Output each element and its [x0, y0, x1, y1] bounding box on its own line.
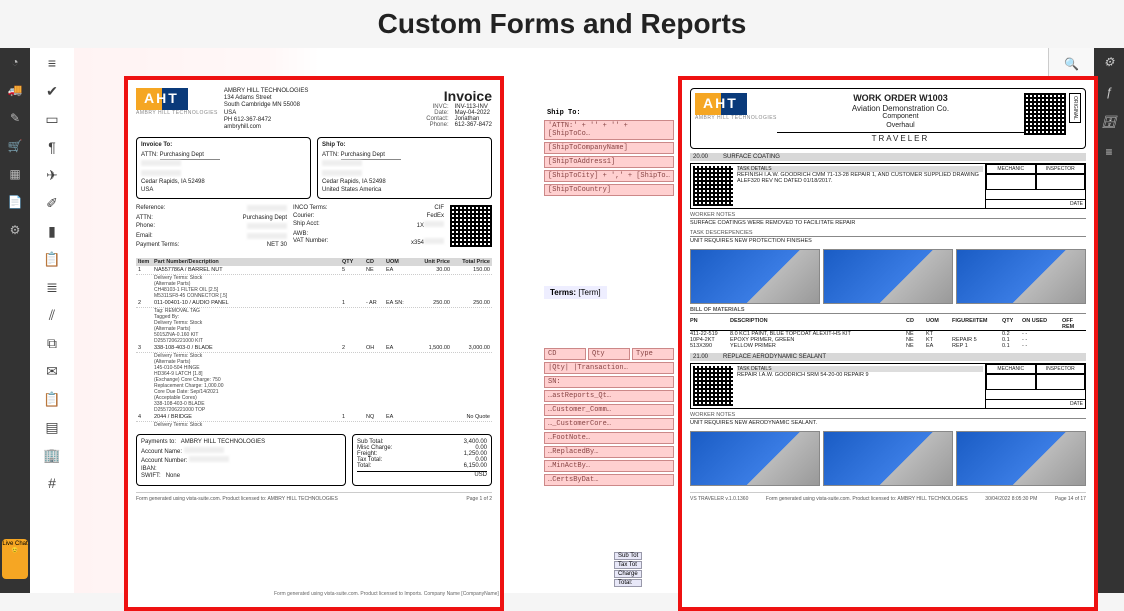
totals-box: Sub Total:3,400.00Misc Charge:0.00Freigh… — [352, 434, 492, 486]
stats-icon[interactable]: ⫽ — [41, 304, 63, 326]
edit-icon[interactable]: ✎ — [7, 110, 23, 126]
copy-icon[interactable]: ⧉ — [41, 332, 63, 354]
terms-value: [Term] — [578, 288, 600, 297]
menu-icon[interactable]: ≡ — [41, 52, 63, 74]
calendar-icon[interactable]: ▦ — [7, 166, 23, 182]
traveler-footer-code: VS TRAVELER v.1.0.1360 — [690, 496, 748, 502]
right-rail: ⚙ ƒ 🗄 ≡ — [1094, 48, 1124, 593]
bars-icon[interactable]: ≣ — [41, 276, 63, 298]
table-placeholder-block[interactable]: CDQtyType |Qty| |Transaction… SN: …astRe… — [544, 348, 674, 488]
left-rail: ◔ 🚚 ✎ 🛒 ▦ 📄 ⚙ — [0, 48, 30, 593]
doc-icon[interactable]: ▭ — [41, 108, 63, 130]
check-icon[interactable]: ✔ — [41, 80, 63, 102]
traveler-logo — [695, 93, 747, 115]
placeholder-country[interactable]: [ShipToCountry] — [544, 184, 674, 196]
terms-placeholder[interactable]: Terms: [Term] — [544, 286, 607, 299]
placeholder-attn[interactable]: 'ATTN:' + '' + '' + [ShipToCo… — [544, 120, 674, 140]
hash-icon[interactable]: # — [41, 472, 63, 494]
gear-icon[interactable]: ⚙ — [1101, 54, 1117, 70]
traveler-footer-date: 30/04/2022 8:05:30 PM — [985, 496, 1037, 502]
dashboard-icon[interactable]: ◔ — [7, 54, 23, 70]
db-icon[interactable]: 🗄 — [1101, 114, 1117, 130]
fx-icon[interactable]: ƒ — [1101, 84, 1117, 100]
cart2-icon[interactable]: ▤ — [41, 416, 63, 438]
chat-avatar-icon: 😊 — [2, 547, 28, 554]
invoice-footer-left: Form generated using vista-suite.com. Pr… — [136, 496, 338, 502]
placeholder-city[interactable]: [ShipToCity] + ',' + [ShipTo… — [544, 170, 674, 182]
truck-icon[interactable]: 🚚 — [7, 82, 23, 98]
placeholder-company[interactable]: [ShipToCompanyName] — [544, 142, 674, 154]
items-table: ItemPart Number/DescriptionQTYCDUOMUnit … — [136, 258, 492, 428]
cart-icon[interactable]: 🛒 — [7, 138, 23, 154]
live-chat-button[interactable]: Live Chat 😊 — [2, 539, 28, 579]
traveler-footer-left: Form generated using vista-suite.com. Pr… — [766, 496, 968, 502]
paragraph-icon[interactable]: ¶ — [41, 136, 63, 158]
file-icon[interactable]: 📄 — [7, 194, 23, 210]
shipto-placeholder-block[interactable]: Ship To: 'ATTN:' + '' + '' + [ShipToCo… … — [544, 108, 674, 198]
invoice-preview: AMBRY HILL TECHNOLOGIES AMBRY HILL TECHN… — [124, 76, 504, 611]
page-title: Custom Forms and Reports — [0, 0, 1124, 48]
building-icon[interactable]: 🏢 — [41, 444, 63, 466]
payments-to-box: Payments to: AMBRY HILL TECHNOLOGIES Acc… — [136, 434, 346, 486]
stack-icon[interactable]: ≡ — [1101, 144, 1117, 160]
shipto-header: Ship To: — [544, 108, 674, 118]
invoice-title-block: Invoice INVC:INV-113-INVDate:May-04-2022… — [426, 88, 492, 131]
shipinfo-block: INCO Terms:CIFCourier:FedExShip Acct:1XA… — [293, 205, 444, 250]
traveler-title-block: WORK ORDER W1003 Aviation Demonstration … — [777, 93, 1024, 144]
traveler-footer-page: Page 14 of 17 — [1055, 496, 1086, 502]
invoice-logo: AMBRY HILL TECHNOLOGIES AMBRY HILL TECHN… — [136, 88, 308, 131]
bottom-footer: Form generated using vista-suite.com. Pr… — [274, 591, 499, 597]
invoice-to-box: Invoice To: ATTN: Purchasing Dept Cedar … — [136, 137, 311, 199]
paste-icon[interactable]: 📋 — [41, 388, 63, 410]
reference-block: Reference:ATTN:Purchasing DeptPhone:Emai… — [136, 205, 287, 250]
plane-icon[interactable]: ✈ — [41, 164, 63, 186]
clipboard-icon[interactable]: 📋 — [41, 248, 63, 270]
designer-canvas[interactable]: Ship To: 'ATTN:' + '' + '' + [ShipToCo… … — [74, 48, 1048, 593]
traveler-qr-icon — [1024, 93, 1066, 135]
traveler-preview: AMBRY HILL TECHNOLOGIES WORK ORDER W1003… — [678, 76, 1098, 611]
invoice-footer-page: Page 1 of 2 — [466, 496, 492, 502]
invoice-qr-icon — [450, 205, 492, 247]
terms-label: Terms: — [550, 288, 576, 297]
ship-to-box: Ship To: ATTN: Purchasing Dept Cedar Rap… — [317, 137, 492, 199]
totals-placeholder-block[interactable]: Sub Tot Tax Tot Charge Total: — [614, 552, 642, 587]
envelope-icon[interactable]: ✉ — [41, 360, 63, 382]
cog-icon[interactable]: ⚙ — [7, 222, 23, 238]
pencil-icon[interactable]: ✐ — [41, 192, 63, 214]
app-area: ◔ 🚚 ✎ 🛒 ▦ 📄 ⚙ ✂ ✄ ✕ ↶ ↷ ≡ ✔ ▭ ¶ ✈ ✐ ▮ 📋 … — [0, 48, 1124, 593]
search-icon[interactable]: 🔍 — [1062, 54, 1082, 74]
placeholder-addr[interactable]: [ShipToAddress1] — [544, 156, 674, 168]
chart-icon[interactable]: ▮ — [41, 220, 63, 242]
editor-toolbar-col: ✂ ✄ ✕ ↶ ↷ ≡ ✔ ▭ ¶ ✈ ✐ ▮ 📋 ≣ ⫽ ⧉ ✉ 📋 ▤ 🏢 … — [30, 48, 74, 593]
company-info: AMBRY HILL TECHNOLOGIES 134 Adams Street… — [224, 88, 308, 131]
original-stamp: ORIGINAL — [1069, 93, 1081, 123]
